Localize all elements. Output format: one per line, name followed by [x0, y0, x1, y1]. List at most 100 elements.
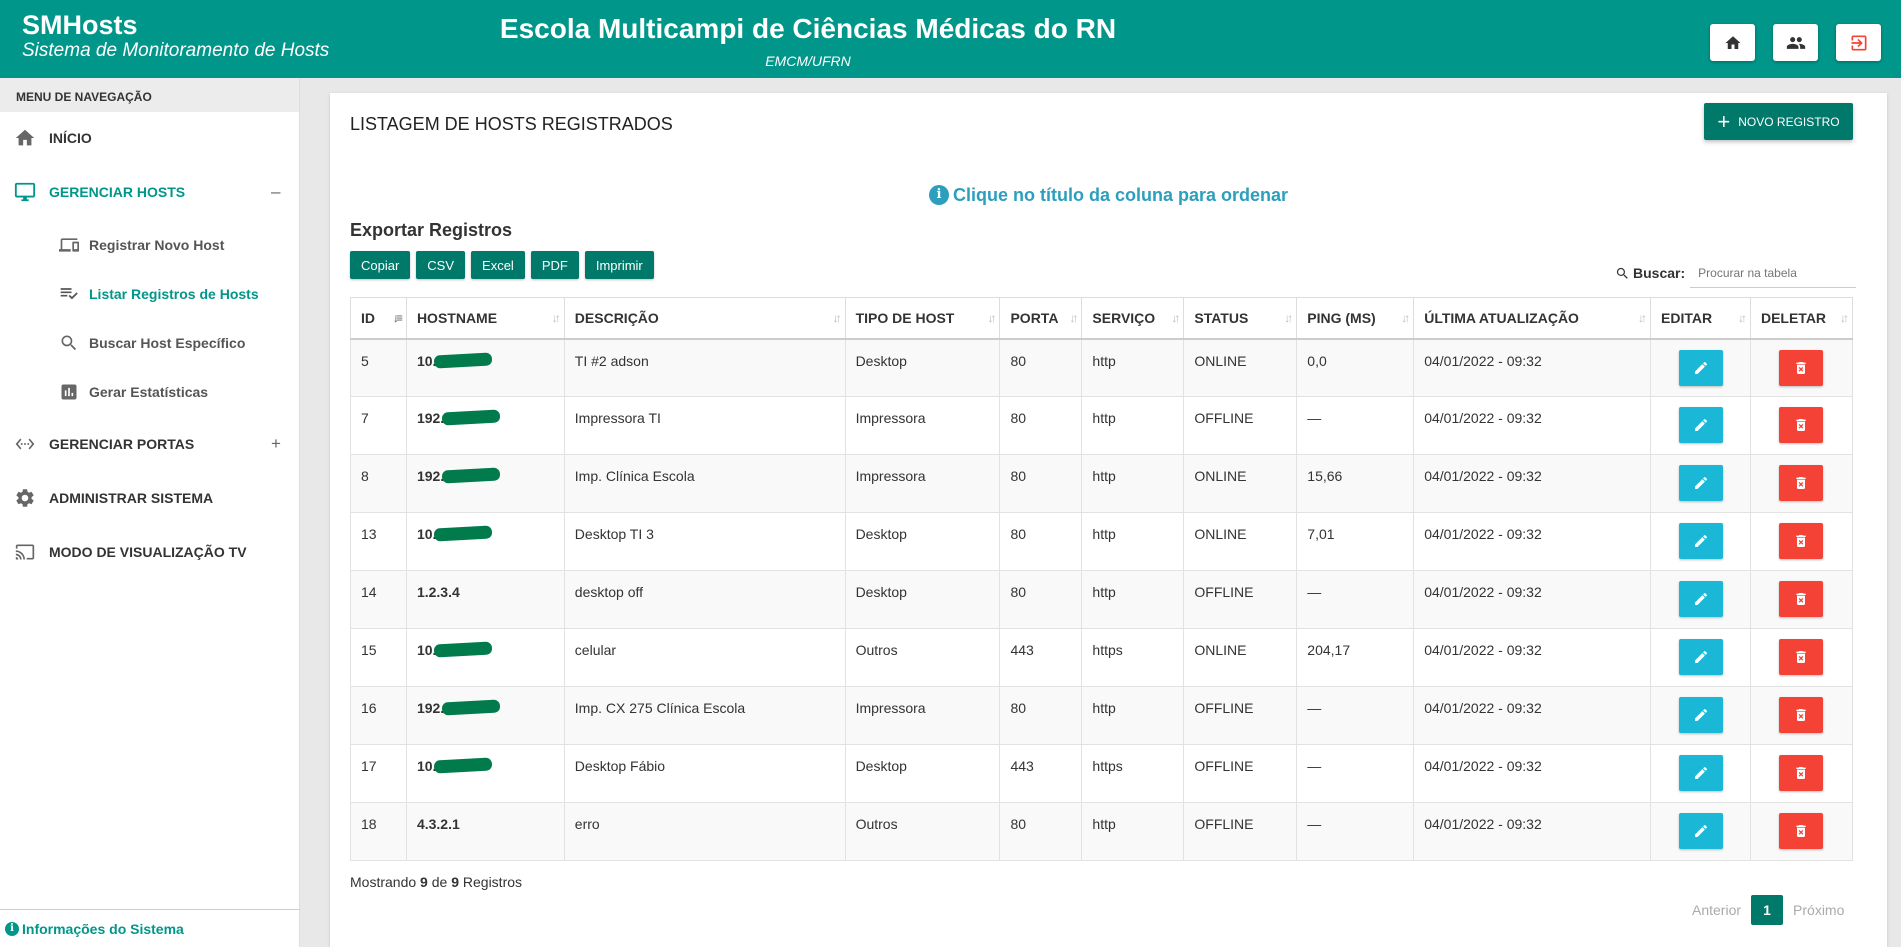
cell-tipo: Desktop: [844, 338, 1001, 397]
cell-edit: [1650, 570, 1751, 629]
cell-ping: —: [1296, 686, 1415, 745]
col-id[interactable]: ID ↓≡: [350, 297, 407, 340]
sort-icon: ↓↑: [1737, 311, 1747, 325]
delete-button[interactable]: [1779, 581, 1824, 617]
edit-button[interactable]: [1678, 349, 1723, 386]
cell-delete: [1749, 686, 1854, 745]
cell-status: ONLINE: [1183, 338, 1298, 397]
sidebar-item-inicio[interactable]: INÍCIO: [0, 118, 300, 158]
sidebar-item-gerenciar-portas[interactable]: GERENCIAR PORTAS +: [0, 424, 300, 464]
sidebar: MENU DE NAVEGAÇÃO INÍCIO GERENCIAR HOSTS…: [0, 78, 300, 947]
col-label: STATUS: [1194, 309, 1249, 326]
col-tipo[interactable]: TIPO DE HOST ↓↑: [844, 297, 1001, 340]
next-page-button[interactable]: Próximo: [1783, 902, 1854, 918]
col-editar[interactable]: EDITAR ↓↑: [1650, 297, 1751, 340]
sidebar-item-label: GERENCIAR HOSTS: [49, 184, 186, 200]
col-ping[interactable]: PING (MS) ↓↑: [1296, 297, 1415, 340]
edit-button[interactable]: [1678, 755, 1723, 791]
cell-servico: http: [1081, 338, 1185, 397]
cell-servico: http: [1081, 802, 1185, 861]
prev-page-button[interactable]: Anterior: [1682, 902, 1751, 918]
excel-button[interactable]: Excel: [471, 251, 525, 279]
delete-button[interactable]: [1779, 407, 1824, 443]
cell-porta: 80: [999, 396, 1083, 455]
cell-tipo: Outros: [844, 628, 1001, 687]
logout-button[interactable]: [1836, 24, 1881, 61]
cell-tipo: Desktop: [844, 570, 1001, 629]
pdf-button[interactable]: PDF: [530, 251, 579, 279]
info-suffix: Registros: [462, 874, 523, 890]
cell-delete: [1749, 628, 1854, 687]
home-button[interactable]: [1710, 24, 1755, 61]
pencil-icon: [1693, 591, 1709, 607]
edit-button[interactable]: [1678, 523, 1723, 559]
cell-atualizacao: 04/01/2022 - 09:32: [1413, 744, 1652, 803]
delete-button[interactable]: [1779, 523, 1824, 559]
trash-icon: [1793, 360, 1809, 376]
sidebar-item-modo-tv[interactable]: MODO DE VISUALIZAÇÃO TV: [0, 532, 300, 572]
cell-tipo: Outros: [844, 802, 1001, 861]
table-row: 5 10. TI #2 adson Desktop 80 http ONLINE 0,0 04/…: [350, 338, 1854, 397]
col-hostname[interactable]: HOSTNAME ↓↑: [405, 297, 565, 340]
collapse-toggle[interactable]: –: [271, 182, 280, 202]
delete-button[interactable]: [1779, 349, 1824, 386]
edit-button[interactable]: [1678, 581, 1723, 617]
system-info-link[interactable]: i Informações do Sistema: [0, 909, 300, 947]
col-status[interactable]: STATUS ↓↑: [1183, 297, 1298, 340]
sidebar-item-gerenciar-hosts[interactable]: GERENCIAR HOSTS –: [0, 172, 300, 212]
edit-button[interactable]: [1678, 407, 1723, 443]
col-porta[interactable]: PORTA ↓↑: [999, 297, 1083, 340]
new-record-button[interactable]: + NOVO REGISTRO: [1704, 103, 1853, 140]
col-servico[interactable]: SERVIÇO ↓↑: [1081, 297, 1185, 340]
sidebar-item-listar-hosts[interactable]: Listar Registros de Hosts: [0, 274, 300, 314]
sidebar-item-buscar-host[interactable]: Buscar Host Específico: [0, 323, 300, 363]
cell-id: 8: [350, 454, 407, 513]
sort-icon: ↓↑: [1638, 311, 1647, 325]
cell-edit: [1650, 512, 1751, 571]
csv-button[interactable]: CSV: [416, 251, 466, 279]
redaction-mark: [441, 467, 501, 484]
delete-button[interactable]: [1779, 755, 1824, 791]
sort-icon: ↓↑: [551, 311, 561, 325]
delete-button[interactable]: [1779, 465, 1824, 501]
gear-icon: [13, 486, 37, 510]
cell-tipo: Impressora: [844, 454, 1001, 513]
cell-porta: 80: [999, 802, 1083, 861]
cell-status: OFFLINE: [1183, 686, 1298, 745]
current-page-button[interactable]: 1: [1751, 895, 1784, 925]
col-atualizacao[interactable]: ÚLTIMA ATUALIZAÇÃO ↓↑: [1413, 297, 1652, 340]
trash-icon: [1793, 533, 1809, 549]
edit-button[interactable]: [1678, 697, 1723, 733]
sort-icon: ↓↑: [987, 311, 996, 325]
trash-icon: [1793, 591, 1809, 607]
school-name: Escola Multicampi de Ciências Médicas do…: [499, 13, 1117, 44]
edit-button[interactable]: [1678, 639, 1723, 675]
print-button[interactable]: Imprimir: [584, 251, 654, 279]
cell-ping: 204,17: [1296, 628, 1415, 687]
cell-hostname: 1.2.3.4: [405, 570, 565, 629]
copy-button[interactable]: Copiar: [350, 251, 411, 279]
cell-ping: —: [1296, 802, 1415, 861]
sidebar-item-registrar-host[interactable]: Registrar Novo Host: [0, 225, 300, 265]
delete-button[interactable]: [1779, 813, 1824, 849]
sort-icon: ↓↑: [1284, 311, 1293, 325]
table-row: 13 10. Desktop TI 3 Desktop 80 http ONLINE 7,01…: [350, 512, 1854, 571]
hostname-text: 192.: [416, 468, 445, 484]
delete-button[interactable]: [1779, 697, 1824, 733]
cell-id: 15: [350, 628, 407, 687]
sidebar-item-estatisticas[interactable]: Gerar Estatísticas: [0, 372, 300, 412]
col-descricao[interactable]: DESCRIÇÃO ↓↑: [563, 297, 846, 340]
sort-asc-icon: ↓≡: [392, 311, 403, 325]
delete-button[interactable]: [1779, 639, 1824, 675]
col-deletar[interactable]: DELETAR ↓↑: [1749, 297, 1854, 340]
cell-edit: [1650, 628, 1751, 687]
users-button[interactable]: [1773, 24, 1818, 61]
cell-edit: [1650, 396, 1751, 455]
edit-button[interactable]: [1678, 465, 1723, 501]
sidebar-item-administrar[interactable]: ADMINISTRAR SISTEMA: [0, 478, 300, 518]
col-label: ID: [361, 309, 375, 326]
expand-toggle[interactable]: +: [271, 434, 281, 454]
cell-atualizacao: 04/01/2022 - 09:32: [1413, 802, 1652, 861]
search-input[interactable]: [1690, 258, 1857, 288]
edit-button[interactable]: [1678, 813, 1723, 849]
